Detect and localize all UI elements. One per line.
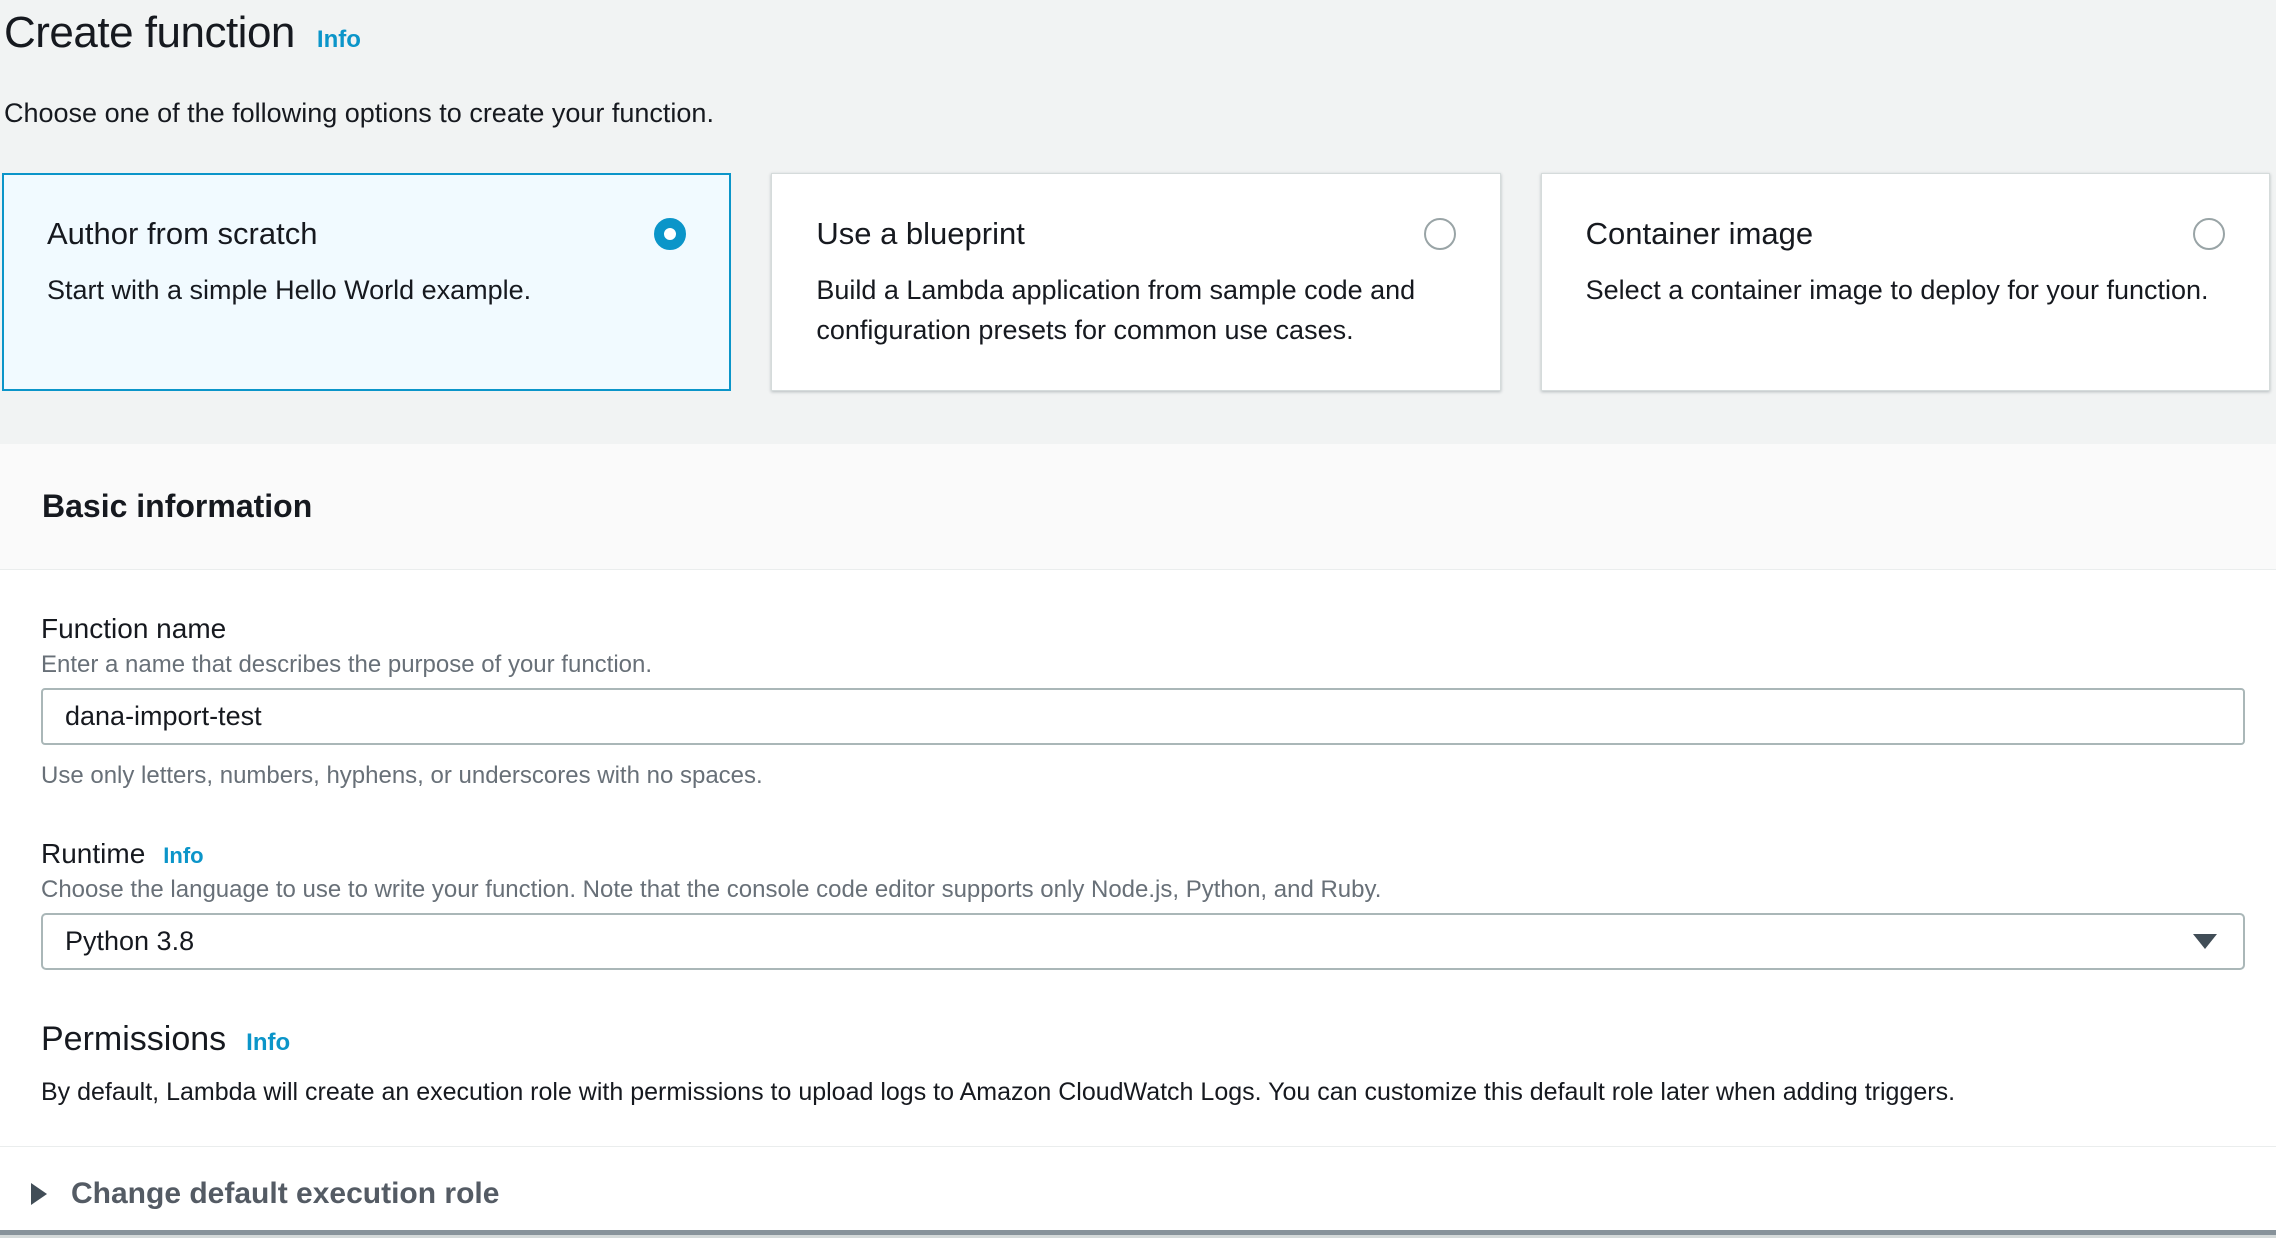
option-card-author-from-scratch[interactable]: Author from scratch Start with a simple … xyxy=(2,173,731,391)
permissions-section: Permissions Info By default, Lambda will… xyxy=(41,1020,2245,1108)
card-title-row: Use a blueprint xyxy=(816,216,1455,252)
function-name-field-group: Function name Enter a name that describe… xyxy=(41,612,2245,791)
panel-header: Basic information xyxy=(0,444,2276,570)
card-title: Container image xyxy=(1586,216,1813,252)
runtime-info-link[interactable]: Info xyxy=(163,843,203,869)
creation-option-cards: Author from scratch Start with a simple … xyxy=(0,173,2276,391)
permissions-heading-row: Permissions Info xyxy=(41,1020,2245,1059)
triangle-right-icon xyxy=(31,1183,47,1205)
panel-body: Function name Enter a name that describe… xyxy=(0,570,2276,1108)
runtime-label: Runtime xyxy=(41,837,145,871)
runtime-description: Choose the language to use to write your… xyxy=(41,875,2245,905)
change-default-execution-role-expander[interactable]: Change default execution role xyxy=(0,1147,2276,1211)
field-label-row: Function name xyxy=(41,612,2245,646)
card-title: Author from scratch xyxy=(47,216,317,252)
card-description: Start with a simple Hello World example. xyxy=(47,270,686,310)
radio-unselected-icon[interactable] xyxy=(1424,218,1456,250)
runtime-select[interactable]: Python 3.8 xyxy=(41,913,2245,970)
basic-information-heading: Basic information xyxy=(42,488,312,525)
runtime-field-group: Runtime Info Choose the language to use … xyxy=(41,837,2245,970)
radio-selected-icon[interactable] xyxy=(654,218,686,250)
page-subtitle: Choose one of the following options to c… xyxy=(4,98,2270,129)
create-function-info-link[interactable]: Info xyxy=(317,26,361,54)
card-title-row: Container image xyxy=(1586,216,2225,252)
page-title: Create function xyxy=(4,8,295,58)
function-name-label: Function name xyxy=(41,612,226,646)
card-title: Use a blueprint xyxy=(816,216,1025,252)
field-label-row: Runtime Info xyxy=(41,837,2245,871)
page-header: Create function Info Choose one of the f… xyxy=(0,0,2276,129)
function-name-description: Enter a name that describes the purpose … xyxy=(41,650,2245,680)
card-description: Select a container image to deploy for y… xyxy=(1586,270,2225,310)
basic-information-panel: Basic information Function name Enter a … xyxy=(0,444,2276,1238)
title-row: Create function Info xyxy=(4,6,2270,58)
radio-unselected-icon[interactable] xyxy=(2193,218,2225,250)
expander-label: Change default execution role xyxy=(71,1177,499,1211)
function-name-constraint: Use only letters, numbers, hyphens, or u… xyxy=(41,761,2245,791)
option-card-container-image[interactable]: Container image Select a container image… xyxy=(1541,173,2270,391)
permissions-info-link[interactable]: Info xyxy=(246,1029,290,1057)
runtime-selected-value: Python 3.8 xyxy=(65,926,194,957)
permissions-description: By default, Lambda will create an execut… xyxy=(41,1077,2245,1108)
chevron-down-icon xyxy=(2193,934,2217,949)
card-description: Build a Lambda application from sample c… xyxy=(816,270,1455,350)
option-card-use-a-blueprint[interactable]: Use a blueprint Build a Lambda applicati… xyxy=(771,173,1500,391)
function-name-input[interactable] xyxy=(41,688,2245,745)
permissions-heading: Permissions xyxy=(41,1020,226,1059)
card-title-row: Author from scratch xyxy=(47,216,686,252)
